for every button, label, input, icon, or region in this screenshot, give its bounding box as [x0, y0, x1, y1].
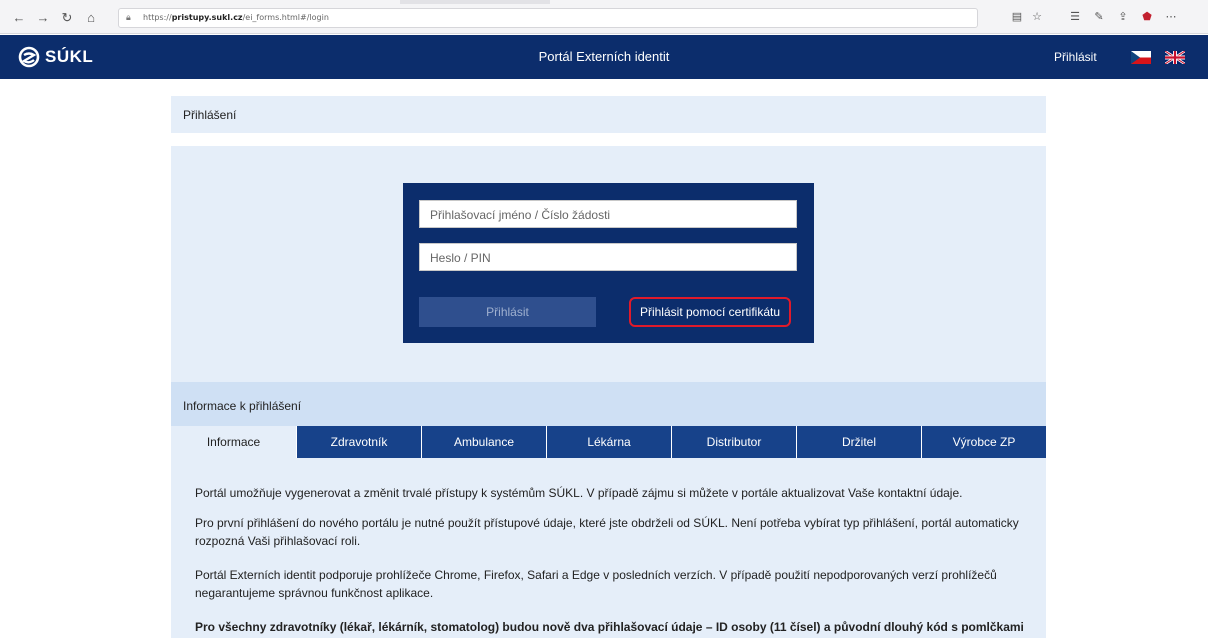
info-tabs: Informace Zdravotník Ambulance Lékárna D…: [171, 426, 1046, 458]
forward-icon[interactable]: →: [36, 11, 50, 25]
url-text: https://pristupy.sukl.cz/ei_forms.html#/…: [143, 13, 329, 22]
reader-view-icon[interactable]: ▤: [1010, 10, 1024, 23]
address-bar[interactable]: 🔒︎ https://pristupy.sukl.cz/ei_forms.htm…: [118, 8, 978, 28]
password-input[interactable]: Heslo / PIN: [419, 243, 797, 271]
breadcrumb: Přihlášení: [171, 96, 1046, 133]
tab-zdravotnik[interactable]: Zdravotník: [296, 426, 421, 458]
favorites-list-icon[interactable]: ☰: [1068, 10, 1082, 23]
back-icon[interactable]: ←: [12, 11, 26, 25]
certificate-login-button[interactable]: Přihlásit pomocí certifikátu: [629, 297, 791, 327]
more-icon[interactable]: ⋯: [1164, 10, 1178, 23]
login-button[interactable]: Přihlásit: [419, 297, 596, 327]
home-icon[interactable]: ⌂: [84, 11, 98, 25]
tab-ambulance[interactable]: Ambulance: [421, 426, 546, 458]
app-header: SÚKL Portál Externích identit Přihlásit: [0, 35, 1208, 79]
info-section-header: Informace k přihlášení: [171, 382, 1046, 426]
info-paragraph: Portál umožňuje vygenerovat a změnit trv…: [195, 486, 963, 500]
browser-toolbar: ← → ↻ ⌂ 🔒︎ https://pristupy.sukl.cz/ei_f…: [0, 0, 1208, 34]
username-input[interactable]: Přihlašovací jméno / Číslo žádosti: [419, 200, 797, 228]
tab-lekarna[interactable]: Lékárna: [546, 426, 671, 458]
header-login-link[interactable]: Přihlásit: [1054, 50, 1097, 64]
tab-informace[interactable]: Informace: [171, 426, 296, 458]
info-paragraph: Pro první přihlášení do nového portálu j…: [195, 516, 1019, 548]
uk-flag-icon[interactable]: [1165, 51, 1185, 64]
pen-icon[interactable]: ✎: [1092, 10, 1106, 23]
shield-icon[interactable]: ⬟: [1140, 10, 1154, 23]
share-icon[interactable]: ⇪: [1116, 10, 1130, 23]
active-tab-indicator: [400, 0, 550, 4]
info-section-title: Informace k přihlášení: [183, 399, 302, 413]
czech-flag-icon[interactable]: [1131, 51, 1151, 64]
info-paragraph-bold: Pro všechny zdravotníky (lékař, lékárník…: [195, 620, 1024, 634]
tab-content: Portál umožňuje vygenerovat a změnit trv…: [171, 458, 1046, 638]
tab-distributor[interactable]: Distributor: [671, 426, 796, 458]
portal-title: Portál Externích identit: [538, 49, 670, 64]
lock-icon: 🔒︎: [126, 12, 131, 22]
refresh-icon[interactable]: ↻: [60, 11, 74, 25]
tab-drzitel[interactable]: Držitel: [796, 426, 921, 458]
favorite-star-icon[interactable]: ☆: [1030, 10, 1044, 23]
tab-vyrobce-zp[interactable]: Výrobce ZP: [921, 426, 1046, 458]
breadcrumb-label: Přihlášení: [183, 108, 237, 122]
info-paragraph: Portál Externích identit podporuje prohl…: [195, 568, 997, 600]
login-form: Přihlašovací jméno / Číslo žádosti Heslo…: [403, 183, 814, 343]
